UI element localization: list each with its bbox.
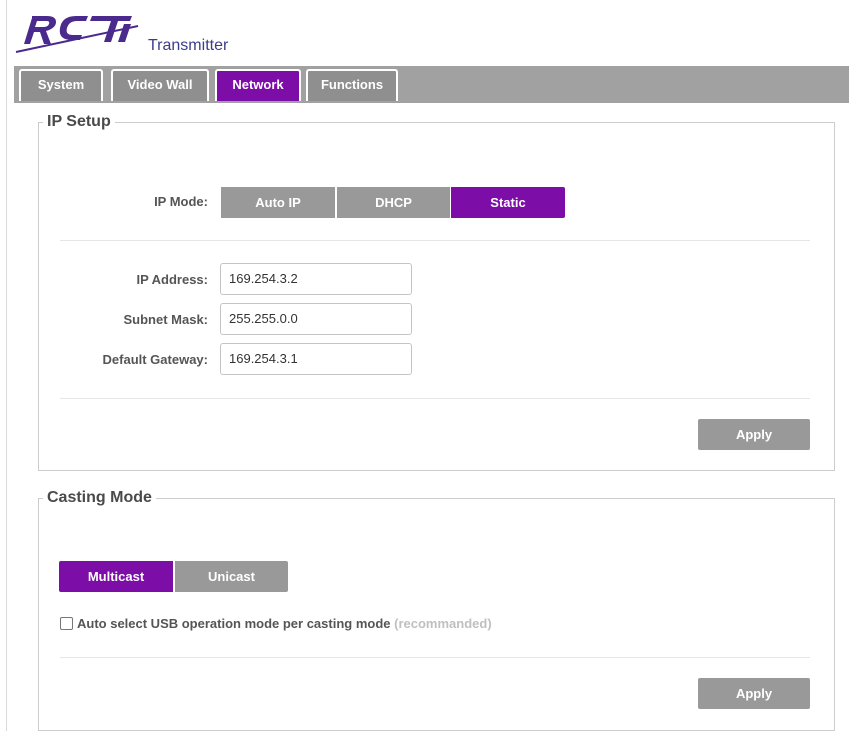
ip-mode-divider	[60, 240, 810, 241]
tab-functions[interactable]: Functions	[306, 69, 398, 101]
page-left-border	[6, 0, 7, 731]
ip-setup-title: IP Setup	[43, 113, 115, 131]
ip-mode-static-button[interactable]: Static	[451, 187, 565, 218]
casting-unicast-button[interactable]: Unicast	[175, 561, 288, 592]
ip-mode-dhcp-button[interactable]: DHCP	[337, 187, 450, 218]
subnet-mask-label: Subnet Mask:	[123, 312, 208, 327]
auto-usb-mode-label[interactable]: Auto select USB operation mode per casti…	[77, 616, 492, 631]
ip-address-input[interactable]: 169.254.3.2	[220, 263, 412, 295]
tab-video-wall[interactable]: Video Wall	[111, 69, 209, 101]
default-gateway-input[interactable]: 169.254.3.1	[220, 343, 412, 375]
casting-apply-button[interactable]: Apply	[698, 678, 810, 709]
rti-logo	[15, 16, 139, 53]
casting-mode-title: Casting Mode	[43, 489, 156, 507]
device-type-title: Transmitter	[148, 37, 229, 54]
auto-usb-mode-hint: (recommanded)	[394, 616, 492, 631]
default-gateway-label: Default Gateway:	[102, 352, 208, 367]
tab-bar: System Video Wall Network Functions	[14, 66, 849, 103]
ip-mode-auto-ip-button[interactable]: Auto IP	[221, 187, 335, 218]
casting-multicast-button[interactable]: Multicast	[59, 561, 173, 592]
ip-fields-divider	[60, 398, 810, 399]
header: Transmitter	[14, 10, 849, 62]
tab-network[interactable]: Network	[215, 69, 301, 101]
subnet-mask-input[interactable]: 255.255.0.0	[220, 303, 412, 335]
ip-mode-label: IP Mode:	[154, 194, 208, 209]
ip-address-label: IP Address:	[136, 272, 208, 287]
ip-apply-button[interactable]: Apply	[698, 419, 810, 450]
tab-system[interactable]: System	[19, 69, 103, 101]
casting-divider	[60, 657, 810, 658]
auto-usb-mode-checkbox[interactable]	[60, 617, 73, 630]
auto-usb-mode-text: Auto select USB operation mode per casti…	[77, 616, 391, 631]
